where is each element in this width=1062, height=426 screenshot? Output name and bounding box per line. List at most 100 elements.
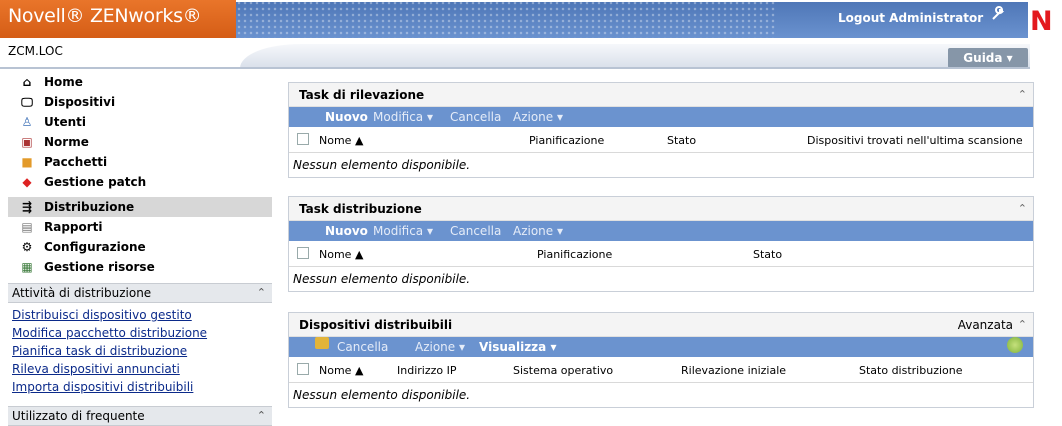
panel-header: Dispositivi distribuibili Avanzata ⌃ [289, 313, 1033, 337]
edit-menu[interactable]: Modifica ▾ [373, 221, 433, 241]
section-title: Attività di distribuzione [12, 286, 152, 300]
folder-icon[interactable] [315, 337, 329, 349]
panel-header: Task di rilevazione ⌃ [289, 83, 1033, 107]
panel-title: Task distribuzione [299, 202, 422, 216]
column-name[interactable]: Nome ▲ [319, 134, 363, 147]
task-link-edit-bundle[interactable]: Modifica pacchetto distribuzione [12, 326, 207, 340]
nav-item-label: Rapporti [44, 220, 103, 234]
logout-link[interactable]: Logout Administrator [838, 11, 983, 25]
nav-item-label: Utenti [44, 115, 87, 129]
subheader-curve [240, 44, 1030, 68]
column-schedule[interactable]: Pianificazione [537, 248, 612, 261]
refresh-icon[interactable] [1007, 337, 1023, 353]
help-button[interactable]: Guida ▾ [948, 48, 1028, 68]
action-menu[interactable]: Azione ▾ [513, 107, 563, 127]
empty-message: Nessun elemento disponibile. [293, 388, 471, 402]
novell-logo: N [1030, 6, 1053, 37]
nav-item-label: Home [44, 75, 83, 89]
task-link-deploy-managed[interactable]: Distribuisci dispositivo gestito [12, 308, 192, 322]
table-header: Nome ▲ Pianificazione Stato Dispositivi … [289, 127, 1033, 153]
column-ip-address[interactable]: Indirizzo IP [397, 364, 457, 377]
monitor-icon: 🖵 [21, 95, 33, 109]
collapse-icon[interactable]: ⌃ [257, 407, 266, 425]
nav-item-label: Pacchetti [44, 155, 108, 169]
user-icon: ♙ [21, 115, 33, 129]
panel-toolbar: Nuovo Modifica ▾ Cancella Azione ▾ [289, 221, 1033, 241]
column-status[interactable]: Stato [753, 248, 782, 261]
frequently-used-header[interactable]: Utilizzato di frequente ⌃ [8, 406, 272, 426]
header-pattern [236, 0, 776, 38]
select-all-checkbox[interactable] [297, 363, 309, 375]
task-link-schedule-task[interactable]: Pianifica task di distribuzione [12, 344, 187, 358]
collapse-icon[interactable]: ⌃ [1018, 197, 1027, 221]
new-button[interactable]: Nuovo [325, 221, 368, 241]
deployment-tasks-panel: Task distribuzione ⌃ Nuovo Modifica ▾ Ca… [288, 196, 1034, 292]
collapse-icon[interactable]: ⌃ [1018, 83, 1027, 107]
nav-item-label: Configurazione [44, 240, 146, 254]
wrench-icon[interactable] [990, 6, 1008, 24]
nav-item-users[interactable]: ♙ Utenti [8, 112, 272, 132]
nav-item-policies[interactable]: ▣ Norme [8, 132, 272, 152]
nav-item-patch[interactable]: ◆ Gestione patch [8, 172, 272, 192]
column-devices-found[interactable]: Dispositivi trovati nell'ultima scansion… [807, 134, 1023, 147]
edit-menu[interactable]: Modifica ▾ [373, 107, 433, 127]
column-os[interactable]: Sistema operativo [513, 364, 613, 377]
delete-button[interactable]: Cancella [450, 221, 501, 241]
left-sidebar: ⌂ Home 🖵 Dispositivi ♙ Utenti ▣ Norme ■ … [8, 72, 272, 426]
report-icon: ▤ [21, 220, 33, 234]
column-status[interactable]: Stato [667, 134, 696, 147]
collapse-icon[interactable]: ⌃ [1018, 313, 1027, 337]
delete-button[interactable]: Cancella [450, 107, 501, 127]
task-link-import-devices[interactable]: Importa dispositivi distribuibili [12, 380, 193, 394]
discovery-tasks-panel: Task di rilevazione ⌃ Nuovo Modifica ▾ C… [288, 82, 1034, 178]
panel-toolbar: Cancella Azione ▾ Visualizza ▾ [289, 337, 1033, 357]
policy-icon: ▣ [21, 135, 33, 149]
panel-title: Task di rilevazione [299, 88, 425, 102]
column-name[interactable]: Nome ▲ [319, 364, 363, 377]
asset-icon: ▦ [21, 260, 33, 274]
nav-item-label: Norme [44, 135, 89, 149]
column-name[interactable]: Nome ▲ [319, 248, 363, 261]
select-all-checkbox[interactable] [297, 133, 309, 145]
home-icon: ⌂ [22, 75, 32, 89]
action-menu[interactable]: Azione ▾ [513, 221, 563, 241]
brand-logo: Novell® ZENworks® [8, 5, 202, 27]
column-schedule[interactable]: Pianificazione [529, 134, 604, 147]
collapse-icon[interactable]: ⌃ [257, 284, 266, 302]
nav-item-deployment[interactable]: ⇶ Distribuzione [8, 197, 272, 217]
patch-icon: ◆ [22, 175, 32, 189]
table-header: Nome ▲ Pianificazione Stato [289, 241, 1033, 267]
panel-toolbar: Nuovo Modifica ▾ Cancella Azione ▾ [289, 107, 1033, 127]
column-deployment-status[interactable]: Stato distribuzione [859, 364, 963, 377]
nav-item-label: Gestione risorse [44, 260, 155, 274]
select-all-checkbox[interactable] [297, 247, 309, 259]
panel-header: Task distribuzione ⌃ [289, 197, 1033, 221]
nav-item-label: Gestione patch [44, 175, 147, 189]
empty-message: Nessun elemento disponibile. [293, 272, 471, 286]
empty-message: Nessun elemento disponibile. [293, 158, 471, 172]
nav-item-devices[interactable]: 🖵 Dispositivi [8, 92, 272, 112]
deployment-tasks-header[interactable]: Attività di distribuzione ⌃ [8, 283, 272, 303]
new-button[interactable]: Nuovo [325, 107, 368, 127]
nav-item-asset-management[interactable]: ▦ Gestione risorse [8, 257, 272, 277]
deployable-devices-panel: Dispositivi distribuibili Avanzata ⌃ Can… [288, 312, 1034, 408]
table-header: Nome ▲ Indirizzo IP Sistema operativo Ri… [289, 357, 1033, 383]
column-first-discovery[interactable]: Rilevazione iniziale [681, 364, 786, 377]
action-menu[interactable]: Azione ▾ [415, 337, 465, 357]
subheader-divider [0, 67, 1030, 69]
task-link-discover-announced[interactable]: Rileva dispositivi annunciati [12, 362, 180, 376]
nav-item-bundles[interactable]: ■ Pacchetti [8, 152, 272, 172]
nav-item-label: Distribuzione [44, 200, 135, 214]
delete-button[interactable]: Cancella [337, 337, 388, 357]
section-title: Utilizzato di frequente [12, 409, 145, 423]
nav-item-configuration[interactable]: ⚙ Configurazione [8, 237, 272, 257]
nav-item-home[interactable]: ⌂ Home [8, 72, 272, 92]
view-menu[interactable]: Visualizza ▾ [479, 337, 556, 357]
advanced-link[interactable]: Avanzata [958, 313, 1013, 337]
panel-title: Dispositivi distribuibili [299, 318, 453, 332]
app-header: Novell® ZENworks® Logout Administrator N [0, 0, 1062, 38]
nav-item-reports[interactable]: ▤ Rapporti [8, 217, 272, 237]
deployment-icon: ⇶ [21, 200, 33, 214]
subheader: ZCM.LOC Guida ▾ [0, 38, 1062, 69]
package-icon: ■ [21, 155, 33, 169]
